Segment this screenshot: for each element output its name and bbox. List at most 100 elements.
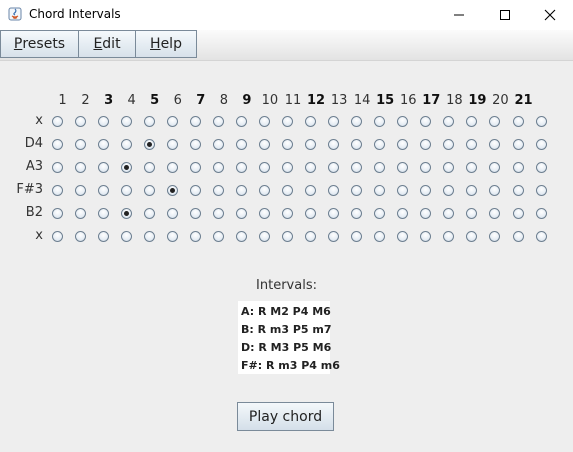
minimize-button[interactable] <box>436 0 482 30</box>
fret-radio-button[interactable] <box>351 230 363 242</box>
fret-radio-button[interactable] <box>305 115 317 127</box>
fret-radio-button[interactable] <box>282 138 293 150</box>
fret-radio-button[interactable] <box>489 138 501 150</box>
fret-radio-button[interactable] <box>74 161 86 173</box>
fret-radio-button[interactable] <box>466 230 478 242</box>
fret-radio-button[interactable] <box>97 115 109 127</box>
fret-radio-button[interactable] <box>443 115 455 127</box>
fret-radio-button[interactable] <box>443 207 455 219</box>
fret-radio-button[interactable] <box>328 138 340 150</box>
fret-radio-button[interactable] <box>74 184 86 196</box>
close-button[interactable] <box>527 0 573 30</box>
fret-radio-button[interactable] <box>420 184 432 196</box>
fret-radio-button[interactable] <box>397 207 409 219</box>
fret-radio-button[interactable] <box>328 207 340 219</box>
fret-radio-button[interactable] <box>397 115 409 127</box>
menu-presets[interactable]: Presets <box>0 30 79 58</box>
fret-radio-button[interactable] <box>351 184 363 196</box>
fret-radio-button[interactable] <box>258 138 270 150</box>
fret-radio-button[interactable] <box>328 230 340 242</box>
fret-radio-button[interactable] <box>282 115 293 127</box>
fret-radio-button[interactable] <box>351 161 363 173</box>
fret-radio-button[interactable] <box>282 184 293 196</box>
fret-radio-button[interactable] <box>97 184 109 196</box>
fret-radio-button[interactable] <box>166 161 178 173</box>
fret-radio-button[interactable] <box>305 138 317 150</box>
fret-radio-button[interactable] <box>212 207 224 219</box>
fret-radio-button[interactable] <box>189 207 201 219</box>
fret-radio-button[interactable] <box>97 207 109 219</box>
fret-radio-button[interactable] <box>374 115 386 127</box>
fret-radio-button[interactable] <box>189 230 201 242</box>
fret-radio-button[interactable] <box>512 184 524 196</box>
fret-radio-button[interactable] <box>397 230 409 242</box>
fret-radio-button[interactable] <box>466 184 478 196</box>
fret-radio-button[interactable] <box>489 230 501 242</box>
fret-radio-button[interactable] <box>74 230 86 242</box>
fret-radio-button[interactable] <box>282 161 293 173</box>
fret-radio-button[interactable] <box>166 184 178 196</box>
fret-radio-button[interactable] <box>189 115 201 127</box>
fret-radio-button[interactable] <box>74 207 86 219</box>
fret-radio-button[interactable] <box>51 161 63 173</box>
fret-radio-button[interactable] <box>512 230 524 242</box>
menu-edit[interactable]: Edit <box>78 30 136 58</box>
fret-radio-button[interactable] <box>535 115 547 127</box>
fret-radio-button[interactable] <box>351 138 363 150</box>
fret-radio-button[interactable] <box>97 161 109 173</box>
fret-radio-button[interactable] <box>166 115 178 127</box>
fret-radio-button[interactable] <box>143 230 155 242</box>
fret-radio-button[interactable] <box>374 230 386 242</box>
fret-radio-button[interactable] <box>51 138 63 150</box>
fret-radio-button[interactable] <box>235 230 247 242</box>
fret-radio-button[interactable] <box>120 161 132 173</box>
fret-radio-button[interactable] <box>443 138 455 150</box>
fret-radio-button[interactable] <box>443 184 455 196</box>
fret-radio-button[interactable] <box>212 138 224 150</box>
fret-radio-button[interactable] <box>51 207 63 219</box>
fret-radio-button[interactable] <box>235 161 247 173</box>
fret-radio-button[interactable] <box>374 161 386 173</box>
fret-radio-button[interactable] <box>258 207 270 219</box>
fret-radio-button[interactable] <box>397 184 409 196</box>
fret-radio-button[interactable] <box>489 115 501 127</box>
maximize-button[interactable] <box>482 0 528 30</box>
fret-radio-button[interactable] <box>51 230 63 242</box>
fret-radio-button[interactable] <box>51 115 63 127</box>
fret-radio-button[interactable] <box>235 138 247 150</box>
fret-radio-button[interactable] <box>212 115 224 127</box>
fret-radio-button[interactable] <box>328 184 340 196</box>
fret-radio-button[interactable] <box>466 207 478 219</box>
fret-radio-button[interactable] <box>443 230 455 242</box>
fret-radio-button[interactable] <box>351 115 363 127</box>
fret-radio-button[interactable] <box>258 115 270 127</box>
fret-radio-button[interactable] <box>143 207 155 219</box>
fret-radio-button[interactable] <box>420 207 432 219</box>
fret-radio-button[interactable] <box>305 207 317 219</box>
fret-radio-button[interactable] <box>51 184 63 196</box>
fret-radio-button[interactable] <box>120 184 132 196</box>
fret-radio-button[interactable] <box>512 161 524 173</box>
fret-radio-button[interactable] <box>328 115 340 127</box>
fret-radio-button[interactable] <box>258 230 270 242</box>
fret-radio-button[interactable] <box>374 184 386 196</box>
fret-radio-button[interactable] <box>212 230 224 242</box>
fret-radio-button[interactable] <box>212 184 224 196</box>
fret-radio-button[interactable] <box>466 161 478 173</box>
fret-radio-button[interactable] <box>166 230 178 242</box>
fret-radio-button[interactable] <box>512 115 524 127</box>
fret-radio-button[interactable] <box>420 161 432 173</box>
fret-radio-button[interactable] <box>443 161 455 173</box>
fret-radio-button[interactable] <box>189 161 201 173</box>
fret-radio-button[interactable] <box>189 138 201 150</box>
fret-radio-button[interactable] <box>97 138 109 150</box>
fret-radio-button[interactable] <box>120 115 132 127</box>
fret-radio-button[interactable] <box>120 230 132 242</box>
fret-radio-button[interactable] <box>535 161 547 173</box>
fret-radio-button[interactable] <box>535 207 547 219</box>
fret-radio-button[interactable] <box>535 230 547 242</box>
fret-radio-button[interactable] <box>282 207 293 219</box>
fret-radio-button[interactable] <box>328 161 340 173</box>
fret-radio-button[interactable] <box>397 161 409 173</box>
fret-radio-button[interactable] <box>97 230 109 242</box>
